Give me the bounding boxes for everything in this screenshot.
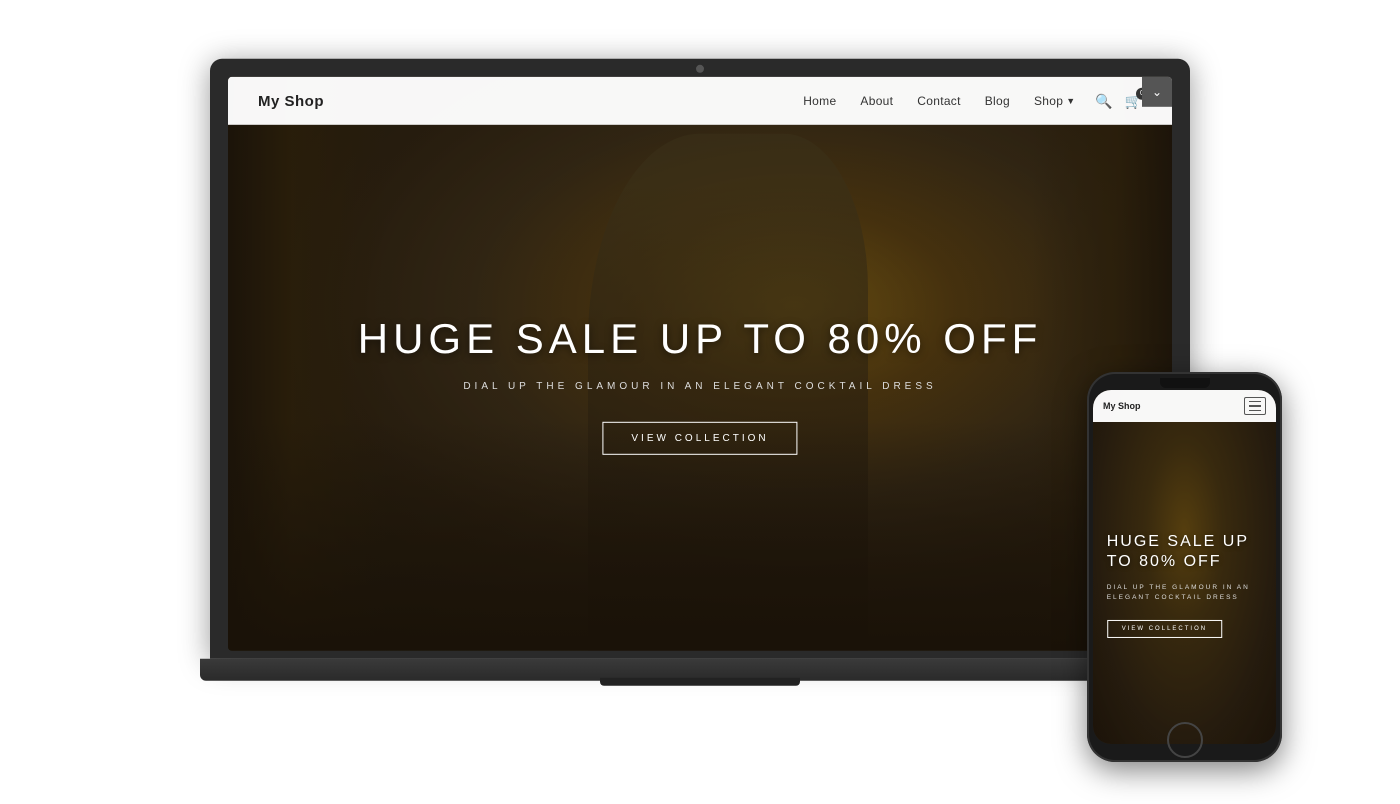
search-icon[interactable]: 🔍 [1095,92,1112,109]
laptop-device: ⌄ My Shop Home [210,59,1190,719]
scene: ⌄ My Shop Home [0,0,1400,804]
laptop-navbar: My Shop Home About Contact Blog Shop ▼ [228,77,1172,125]
mobile-device: My Shop HUGE SALE UP TO 80% OFF DIAL UP … [1087,372,1282,762]
laptop-hero-subtitle: DIAL UP THE GLAMOUR IN AN ELEGANT COCKTA… [322,381,1077,392]
mobile-hero-subtitle: DIAL UP THE GLAMOUR IN AN ELEGANT COCKTA… [1107,583,1263,603]
mobile-bezel: My Shop HUGE SALE UP TO 80% OFF DIAL UP … [1087,372,1282,762]
laptop-foot [600,678,800,686]
mobile-cta-button[interactable]: VIEW COLLECTION [1107,620,1222,638]
menu-line-2 [1249,405,1261,407]
mobile-website: My Shop HUGE SALE UP TO 80% OFF DIAL UP … [1093,390,1276,744]
shop-chevron-icon: ▼ [1066,96,1075,106]
mobile-notch [1160,378,1210,388]
mobile-menu-button[interactable] [1244,397,1266,415]
cart-icon[interactable]: 🛒 0 [1125,92,1142,109]
laptop-website: My Shop Home About Contact Blog Shop ▼ [228,77,1172,651]
hero-floor-gradient [228,421,1172,651]
nav-contact-link[interactable]: Contact [917,94,960,108]
mobile-screen: My Shop HUGE SALE UP TO 80% OFF DIAL UP … [1093,390,1276,744]
nav-blog-link[interactable]: Blog [985,94,1010,108]
laptop-screen-bezel: ⌄ My Shop Home [210,59,1190,659]
nav-about-link[interactable]: About [860,94,893,108]
mobile-navbar: My Shop [1093,390,1276,422]
laptop-hero-title: HUGE SALE UP TO 80% OFF [322,315,1077,363]
laptop-hero-content: HUGE SALE UP TO 80% OFF DIAL UP THE GLAM… [322,315,1077,455]
laptop-nav-logo[interactable]: My Shop [258,92,324,109]
menu-line-3 [1249,410,1261,412]
laptop-screen: ⌄ My Shop Home [228,77,1172,651]
corner-chevron-icon: ⌄ [1152,85,1162,99]
nav-home-link[interactable]: Home [803,94,836,108]
menu-line-1 [1249,401,1261,403]
laptop-body: ⌄ My Shop Home [210,59,1190,679]
mobile-hero-content: HUGE SALE UP TO 80% OFF DIAL UP THE GLAM… [1107,532,1263,638]
laptop-nav-links: Home About Contact Blog Shop ▼ [803,94,1075,108]
laptop-cta-button[interactable]: VIEW COLLECTION [602,422,797,455]
mobile-hero-title: HUGE SALE UP TO 80% OFF [1107,532,1263,574]
nav-shop-dropdown[interactable]: Shop ▼ [1034,94,1075,108]
laptop-camera [696,65,704,73]
laptop-nav-icons: 🔍 🛒 0 [1095,92,1142,109]
mobile-home-button[interactable] [1167,722,1203,758]
nav-shop-label[interactable]: Shop [1034,94,1063,108]
mobile-nav-logo[interactable]: My Shop [1103,401,1141,411]
corner-widget: ⌄ [1142,77,1172,107]
